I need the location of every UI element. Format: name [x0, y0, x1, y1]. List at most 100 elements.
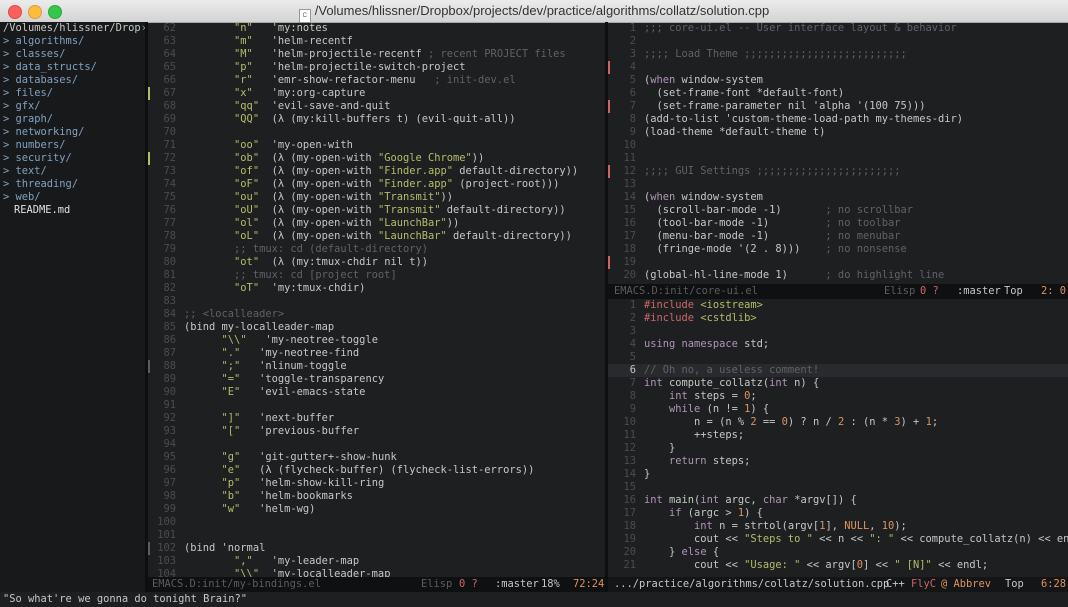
code-line[interactable]: 7 (set-frame-parameter nil 'alpha '(100 …	[608, 100, 1068, 113]
code-line[interactable]: 104 "\\" 'my-localleader-map	[148, 568, 605, 577]
code-line[interactable]: 10 n = (n % 2 == 0) ? n / 2 : (n * 3) + …	[608, 416, 1068, 429]
code-line[interactable]: 13 return steps;	[608, 455, 1068, 468]
code-line[interactable]: 11 ++steps;	[608, 429, 1068, 442]
code-line[interactable]: 18 int n = strtol(argv[1], NULL, 10);	[608, 520, 1068, 533]
code-line[interactable]: 82 "oT" 'my:tmux-chdir)	[148, 282, 605, 295]
code-line[interactable]: 5	[608, 351, 1068, 364]
sidebar-dir-item[interactable]: > graph/	[0, 113, 145, 126]
code-line[interactable]: 18 (fringe-mode '(2 . 8))) ; no nonsense	[608, 243, 1068, 256]
sidebar-dir-item[interactable]: > classes/	[0, 48, 145, 61]
editor-pane-core-ui[interactable]: 1 ;;; core-ui.el -- User interface layout…	[608, 22, 1068, 284]
sidebar-dir-item[interactable]: > databases/	[0, 74, 145, 87]
code-line[interactable]: 65 "p" 'helm-projectile-switch-project	[148, 61, 605, 74]
code-line[interactable]: 100	[148, 516, 605, 529]
code-line[interactable]: 73 "of" (λ (my-open-with "Finder.app" de…	[148, 165, 605, 178]
code-line[interactable]: 97 "p" 'helm-show-kill-ring	[148, 477, 605, 490]
sidebar-dir-item[interactable]: > data_structs/	[0, 61, 145, 74]
code-line[interactable]: 20 } else {	[608, 546, 1068, 559]
code-line[interactable]: 102 (bind 'normal	[148, 542, 605, 555]
editor-pane-solution-cpp[interactable]: 1 #include <iostream> 2 #include <cstdlib> 3…	[608, 299, 1068, 577]
sidebar-file-item[interactable]: README.md	[0, 204, 145, 217]
code-line[interactable]: 12 ;;;; GUI Settings ;;;;;;;;;;;;;;;;;;;;…	[608, 165, 1068, 178]
code-line[interactable]: 67 "x" 'my:org-capture	[148, 87, 605, 100]
sidebar-dir-item[interactable]: > files/	[0, 87, 145, 100]
code-line[interactable]: 14 (when window-system	[608, 191, 1068, 204]
code-line[interactable]: 85 (bind my-localleader-map	[148, 321, 605, 334]
code-line[interactable]: 13	[608, 178, 1068, 191]
code-line[interactable]: 86 "\\" 'my-neotree-toggle	[148, 334, 605, 347]
code-line[interactable]: 103 "," 'my-leader-map	[148, 555, 605, 568]
code-line[interactable]: 80 "ot" (λ (my:tmux-chdir nil t))	[148, 256, 605, 269]
code-line[interactable]: 74 "oF" (λ (my-open-with "Finder.app" (p…	[148, 178, 605, 191]
code-line[interactable]: 70	[148, 126, 605, 139]
code-line[interactable]: 16 int main(int argc, char *argv[]) {	[608, 494, 1068, 507]
code-line[interactable]: 5 (when window-system	[608, 74, 1068, 87]
code-line[interactable]: 4 using namespace std;	[608, 338, 1068, 351]
code-line[interactable]: 19 cout << "Steps to " << n << ": " << c…	[608, 533, 1068, 546]
code-line[interactable]: 83	[148, 295, 605, 308]
code-line[interactable]: 77 "ol" (λ (my-open-with "LaunchBar"))	[148, 217, 605, 230]
code-line[interactable]: 93 "[" 'previous-buffer	[148, 425, 605, 438]
code-line[interactable]: 90 "E" 'evil-emacs-state	[148, 386, 605, 399]
code-line[interactable]: 79 ;; tmux: cd (default-directory)	[148, 243, 605, 256]
sidebar-dir-item[interactable]: > web/	[0, 191, 145, 204]
code-line[interactable]: 72 "ob" (λ (my-open-with "Google Chrome"…	[148, 152, 605, 165]
code-line[interactable]: 101	[148, 529, 605, 542]
code-line[interactable]: 91	[148, 399, 605, 412]
code-line[interactable]: 6 (set-frame-font *default-font)	[608, 87, 1068, 100]
code-line[interactable]: 17 (menu-bar-mode -1) ; no menubar	[608, 230, 1068, 243]
editor-pane-my-bindings[interactable]: 62 "n" 'my:notes 63 "m" 'helm-recentf 64 "…	[148, 22, 605, 577]
sidebar-dir-item[interactable]: > text/	[0, 165, 145, 178]
code-line[interactable]: 71 "oo" 'my-open-with	[148, 139, 605, 152]
code-line[interactable]: 66 "r" 'emr-show-refactor-menu ; init-de…	[148, 74, 605, 87]
code-line[interactable]: 81 ;; tmux: cd [project root]	[148, 269, 605, 282]
code-line[interactable]: 11	[608, 152, 1068, 165]
code-line[interactable]: 4	[608, 61, 1068, 74]
code-line[interactable]: 88 ";" 'nlinum-toggle	[148, 360, 605, 373]
code-line[interactable]: 15	[608, 481, 1068, 494]
code-line[interactable]: 68 "qq" 'evil-save-and-quit	[148, 100, 605, 113]
code-line[interactable]: 2	[608, 35, 1068, 48]
code-line[interactable]: 15 (scroll-bar-mode -1) ; no scrollbar	[608, 204, 1068, 217]
code-line[interactable]: 69 "QQ" (λ (my:kill-buffers t) (evil-qui…	[148, 113, 605, 126]
code-line[interactable]: 99 "w" 'helm-wg)	[148, 503, 605, 516]
code-line[interactable]: 94	[148, 438, 605, 451]
code-line[interactable]: 1 #include <iostream>	[608, 299, 1068, 312]
code-line[interactable]: 6 // Oh no, a useless comment!	[608, 364, 1068, 377]
code-line[interactable]: 75 "ou" (λ (my-open-with "Transmit"))	[148, 191, 605, 204]
neotree-header[interactable]: /Volumes/hlissner/Drop›	[0, 22, 145, 35]
code-line[interactable]: 3	[608, 325, 1068, 338]
code-line[interactable]: 63 "m" 'helm-recentf	[148, 35, 605, 48]
code-line[interactable]: 96 "e" (λ (flycheck-buffer) (flycheck-li…	[148, 464, 605, 477]
code-line[interactable]: 14}	[608, 468, 1068, 481]
code-line[interactable]: 2 #include <cstdlib>	[608, 312, 1068, 325]
code-line[interactable]: 84 ;; <localleader>	[148, 308, 605, 321]
code-line[interactable]: 95 "g" 'git-gutter+-show-hunk	[148, 451, 605, 464]
code-line[interactable]: 12 }	[608, 442, 1068, 455]
sidebar-dir-item[interactable]: > algorithms/	[0, 35, 145, 48]
code-line[interactable]: 8 int steps = 0;	[608, 390, 1068, 403]
code-line[interactable]: 98 "b" 'helm-bookmarks	[148, 490, 605, 503]
sidebar-dir-item[interactable]: > numbers/	[0, 139, 145, 152]
code-line[interactable]: 89 "=" 'toggle-transparency	[148, 373, 605, 386]
code-line[interactable]: 9 while (n != 1) {	[608, 403, 1068, 416]
code-line[interactable]: 87 "." 'my-neotree-find	[148, 347, 605, 360]
code-line[interactable]: 21 cout << "Usage: " << argv[0] << " [N]…	[608, 559, 1068, 572]
code-line[interactable]: 16 (tool-bar-mode -1) ; no toolbar	[608, 217, 1068, 230]
code-line[interactable]: 8 (add-to-list 'custom-theme-load-path my…	[608, 113, 1068, 126]
code-line[interactable]: 3 ;;;; Load Theme ;;;;;;;;;;;;;;;;;;;;;;;…	[608, 48, 1068, 61]
sidebar-dir-item[interactable]: > gfx/	[0, 100, 145, 113]
sidebar-dir-item[interactable]: > security/	[0, 152, 145, 165]
code-line[interactable]: 7 int compute_collatz(int n) {	[608, 377, 1068, 390]
code-line[interactable]: 92 "]" 'next-buffer	[148, 412, 605, 425]
code-line[interactable]: 10	[608, 139, 1068, 152]
code-line[interactable]: 1 ;;; core-ui.el -- User interface layout…	[608, 22, 1068, 35]
sidebar-dir-item[interactable]: > networking/	[0, 126, 145, 139]
code-line[interactable]: 20 (global-hl-line-mode 1) ; do highlight…	[608, 269, 1068, 282]
code-line[interactable]: 76 "oU" (λ (my-open-with "Transmit" defa…	[148, 204, 605, 217]
code-line[interactable]: 62 "n" 'my:notes	[148, 22, 605, 35]
minibuffer-echo-area[interactable]: "So what're we gonna do tonight Brain?"	[0, 592, 1068, 607]
code-line[interactable]: 78 "oL" (λ (my-open-with "LaunchBar" def…	[148, 230, 605, 243]
code-line[interactable]: 9 (load-theme *default-theme t)	[608, 126, 1068, 139]
code-line[interactable]: 64 "M" 'helm-projectile-recentf ; recent…	[148, 48, 605, 61]
